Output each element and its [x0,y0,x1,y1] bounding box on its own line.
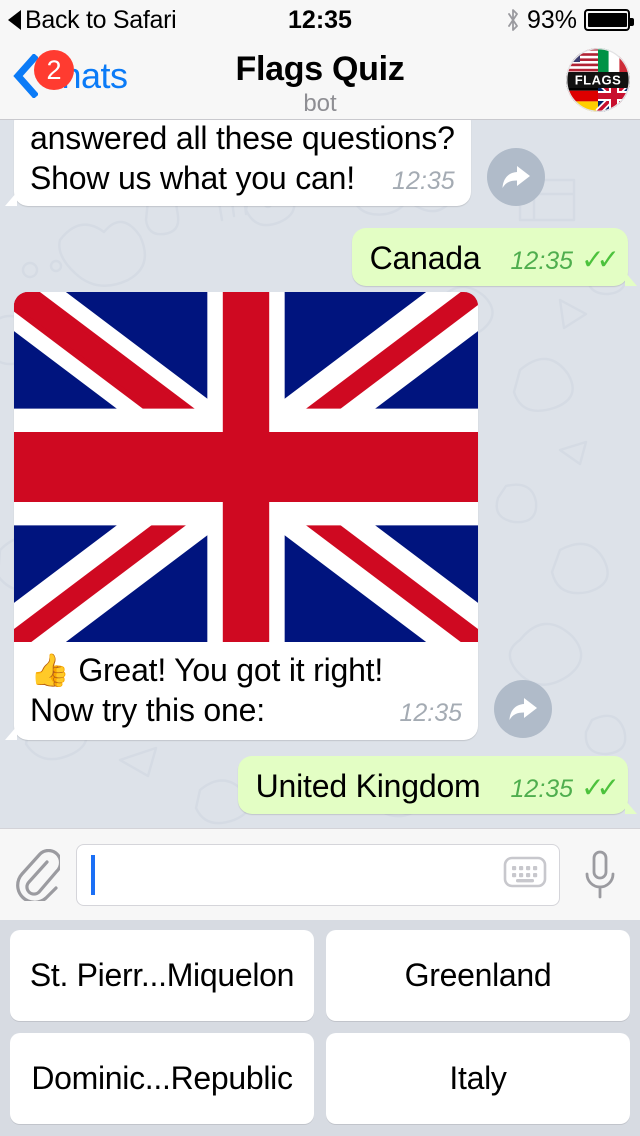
user-message-bubble[interactable]: Canada 12:35 ✓✓ [351,228,638,286]
voice-record-button[interactable] [560,848,640,902]
photo-caption: 👍 Great! You got it right! Now try this … [14,642,478,740]
bot-photo-message-bubble[interactable]: 👍 Great! You got it right! Now try this … [5,292,478,740]
telegram-chat-screen: Back to Safari 12:35 93% 2 Chats Flags Q… [0,0,640,1136]
message-row: United Kingdom 12:35 ✓✓ [237,756,638,814]
message-timestamp: 12:35 [392,167,455,195]
avatar[interactable]: FLAGS [566,48,630,112]
bluetooth-icon [508,9,518,31]
bot-message-bubble[interactable]: answered all these questions? Show us wh… [5,120,471,206]
message-row: Canada 12:35 ✓✓ [351,228,638,286]
unread-badge: 2 [34,50,74,90]
forward-arrow-icon [502,166,530,188]
keyboard-toggle-button[interactable] [503,854,547,895]
forward-arrow-icon [509,698,537,720]
caption-line-1: 👍 Great! You got it right! [30,652,384,688]
caption-line-2: Now try this one: [30,692,265,728]
forward-button[interactable] [486,148,545,206]
status-right-cluster: 93% [506,5,634,35]
svg-text:FLAGS: FLAGS [575,73,622,88]
message-timestamp: 12:35 [510,775,574,803]
message-line-1: answered all these questions? [30,120,455,156]
reply-option-button[interactable]: Greenland [326,930,630,1021]
message-line-2: Show us what you can! [30,160,355,196]
message-timestamp: 12:35 [510,247,574,275]
flag-photo[interactable] [14,292,478,642]
message-row: 👍 Great! You got it right! Now try this … [5,292,552,740]
microphone-icon [585,850,615,898]
reply-option-button[interactable]: Dominic...Republic [10,1033,314,1124]
navigation-bar: 2 Chats Flags Quiz bot FLAGS [0,40,640,120]
attach-button[interactable] [0,848,76,901]
flags-quiz-avatar-icon: FLAGS [566,48,630,112]
paperclip-icon [16,848,60,901]
message-row: answered all these questions? Show us wh… [5,120,545,206]
message-input-bar [0,828,640,920]
message-timestamp: 12:35 [399,699,462,727]
back-to-chats-button[interactable]: 2 Chats [12,50,128,98]
message-list[interactable]: answered all these questions? Show us wh… [0,120,640,828]
message-text: Canada [369,240,481,276]
status-bar: Back to Safari 12:35 93% [0,0,640,40]
text-caret [91,854,95,895]
reply-keyboard-row: Dominic...Republic Italy [10,1033,630,1124]
read-receipt-icon: ✓✓ [581,772,620,803]
forward-button[interactable] [494,680,552,738]
reply-option-button[interactable]: Italy [326,1033,630,1124]
reply-keyboard: St. Pierr...Miquelon Greenland Dominic..… [0,920,640,1136]
reply-option-button[interactable]: St. Pierr...Miquelon [10,930,314,1021]
united-kingdom-flag-icon [14,292,478,642]
read-receipt-icon: ✓✓ [581,244,620,275]
keyboard-icon [503,856,547,888]
battery-percent-label: 93% [526,5,577,34]
message-text: United Kingdom [255,768,481,804]
message-text-input[interactable] [99,857,503,892]
user-message-bubble[interactable]: United Kingdom 12:35 ✓✓ [237,756,638,814]
reply-keyboard-row: St. Pierr...Miquelon Greenland [10,930,630,1021]
message-input-field[interactable] [76,843,560,906]
battery-icon [584,9,634,31]
